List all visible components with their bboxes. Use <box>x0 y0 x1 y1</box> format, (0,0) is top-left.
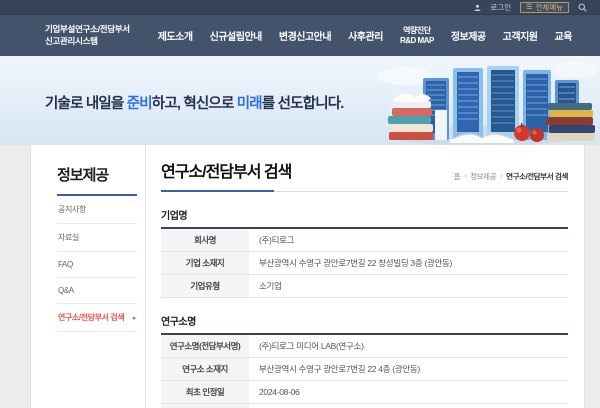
row-label: 회사명 <box>161 228 249 252</box>
hero-banner: 기술로 내일을 준비하고, 혁신으로 미래를 선도합니다. <box>0 56 600 145</box>
sidebar-item-faq[interactable]: FAQ <box>57 252 137 278</box>
lab-address-value: 부산광역시 수영구 광안로7번길 22 4층 (광안동) <box>249 358 568 381</box>
sidebar-item-label: 공지사항 <box>58 204 86 215</box>
sidebar-item-label: Q&A <box>58 286 74 295</box>
servers-books-illustration <box>375 56 600 145</box>
page-header: 연구소/전담부서 검색 홈 › 정보제공 › 연구소/전담부서 검색 <box>161 158 568 192</box>
row-label: 연구소명(전담부서명) <box>161 334 249 358</box>
company-name-value: (주)티로그 <box>249 228 568 252</box>
login-link[interactable]: 로그인 <box>490 2 511 13</box>
all-menu-button[interactable]: ☰ 전체메뉴 <box>520 2 569 13</box>
first-approval-date-value: 2024-08-06 <box>249 381 568 404</box>
row-label: 최초 인정일 <box>161 381 249 404</box>
banner-slogan: 기술로 내일을 준비하고, 혁신으로 미래를 선도합니다. <box>45 92 344 113</box>
row-label: 연구분야 <box>161 404 249 408</box>
sidebar-title: 정보제공 <box>57 164 137 196</box>
sidebar-item-notice[interactable]: 공지사항 <box>57 196 137 224</box>
page-title: 연구소/전담부서 검색 <box>161 158 291 182</box>
table-row: 회사명 (주)티로그 <box>161 228 568 252</box>
sidebar-item-archive[interactable]: 자료실 <box>57 224 137 252</box>
sidebar-item-search[interactable]: 연구소/전담부서 검색 ▸ <box>57 304 137 332</box>
lab-info-table: 연구소명(전담부서명) (주)티로그 미디어 LAB(연구소) 연구소 소재지 … <box>161 333 568 408</box>
table-row: 연구소 소재지 부산광역시 수영구 광안로7번길 22 4층 (광안동) <box>161 358 568 381</box>
sidebar-item-qna[interactable]: Q&A <box>57 278 137 304</box>
nav-item-info[interactable]: 정보제공 <box>451 28 486 43</box>
rnd-map-line2: R&D MAP <box>400 36 434 46</box>
content-area: 정보제공 공지사항 자료실 FAQ Q&A 연구소/전담부서 검색 ▸ <box>0 145 600 408</box>
lab-name-value: (주)티로그 미디어 LAB(연구소) <box>249 334 568 358</box>
logo-line2: 신고관리시스템 <box>45 36 130 47</box>
sidebar-item-label: 자료실 <box>58 232 79 243</box>
company-address-value: 부산광역시 수영구 광안로7번길 22 창성빌딩 3층 (광안동) <box>249 252 568 275</box>
sidebar-item-label: 연구소/전담부서 검색 <box>58 312 124 323</box>
nav-item-change-report[interactable]: 변경신고안내 <box>279 28 331 43</box>
section-title-company: 기업명 <box>161 207 568 222</box>
slogan-part: 를 선도합니다. <box>262 96 344 112</box>
breadcrumb-home[interactable]: 홈 <box>454 171 461 182</box>
main-header: 기업부설연구소/전담부서 신고관리시스템 제도소개 신규설립안내 변경신고안내 … <box>0 15 600 56</box>
table-row: 기업유형 소기업 <box>161 275 568 298</box>
page-column: 정보제공 공지사항 자료실 FAQ Q&A 연구소/전담부서 검색 ▸ <box>30 145 585 408</box>
nav-item-new-establish[interactable]: 신규설립안내 <box>210 28 262 43</box>
table-row: 기업 소재지 부산광역시 수영구 광안로7번길 22 창성빌딩 3층 (광안동) <box>161 252 568 275</box>
breadcrumb-info[interactable]: 정보제공 <box>470 171 496 182</box>
company-type-value: 소기업 <box>249 275 568 298</box>
slogan-accent-2: 미래 <box>237 96 262 112</box>
row-label: 기업유형 <box>161 275 249 298</box>
hamburger-icon: ☰ <box>526 4 532 11</box>
active-arrow-icon: ▸ <box>133 314 136 322</box>
nav-item-rnd-map[interactable]: 역량진단 R&D MAP <box>400 26 434 45</box>
all-menu-label: 전체메뉴 <box>535 2 563 13</box>
nav-item-education[interactable]: 교육 <box>555 28 572 43</box>
breadcrumb: 홈 › 정보제공 › 연구소/전담부서 검색 <box>454 171 568 182</box>
sidebar-item-label: FAQ <box>58 260 73 269</box>
rnd-map-line1: 역량진단 <box>403 26 430 35</box>
search-icon[interactable] <box>578 3 587 12</box>
global-nav: 제도소개 신규설립안내 변경신고안내 사후관리 역량진단 R&D MAP 정보제… <box>158 26 572 45</box>
table-row: 연구분야 출판, 영상, 방송통신 및 정보서비스 <box>161 404 568 408</box>
table-row: 연구소명(전담부서명) (주)티로그 미디어 LAB(연구소) <box>161 334 568 358</box>
breadcrumb-separator: › <box>500 173 502 180</box>
slogan-accent-1: 준비 <box>127 96 152 112</box>
book-stack-right <box>546 103 595 141</box>
row-label: 연구소 소재지 <box>161 358 249 381</box>
slogan-part: 하고, 혁신으로 <box>152 96 237 112</box>
main-panel: 연구소/전담부서 검색 홈 › 정보제공 › 연구소/전담부서 검색 기업명 회… <box>146 145 584 408</box>
breadcrumb-separator: › <box>464 173 466 180</box>
nav-item-post-management[interactable]: 사후관리 <box>348 28 383 43</box>
sidebar: 정보제공 공지사항 자료실 FAQ Q&A 연구소/전담부서 검색 ▸ <box>31 145 146 408</box>
research-field-value: 출판, 영상, 방송통신 및 정보서비스 <box>249 404 568 408</box>
nav-item-support[interactable]: 고객지원 <box>503 28 538 43</box>
site-logo[interactable]: 기업부설연구소/전담부서 신고관리시스템 <box>45 24 130 46</box>
row-label: 기업 소재지 <box>161 252 249 275</box>
utility-bar: 로그인 ☰ 전체메뉴 <box>0 0 600 15</box>
breadcrumb-current: 연구소/전담부서 검색 <box>506 171 568 182</box>
logo-line1: 기업부설연구소/전담부서 <box>45 24 130 35</box>
section-title-lab: 연구소명 <box>161 313 568 328</box>
table-row: 최초 인정일 2024-08-06 <box>161 381 568 404</box>
nav-item-intro[interactable]: 제도소개 <box>158 28 193 43</box>
user-icon <box>474 4 481 11</box>
company-info-table: 회사명 (주)티로그 기업 소재지 부산광역시 수영구 광안로7번길 22 창성… <box>161 227 568 298</box>
slogan-part: 기술로 내일을 <box>45 96 127 112</box>
